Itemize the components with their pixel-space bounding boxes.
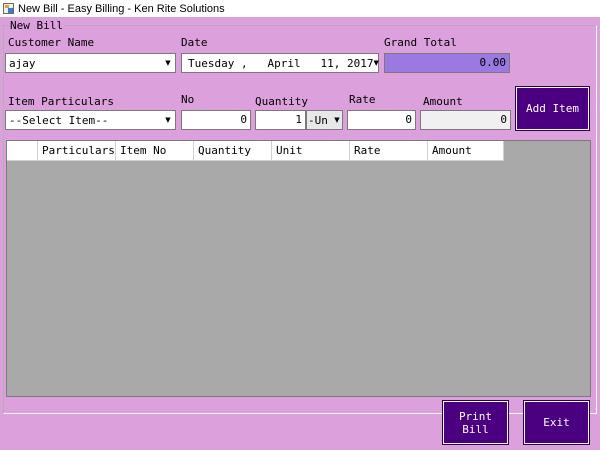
- column-header-item-no[interactable]: Item No: [116, 141, 194, 161]
- item-select-value: --Select Item--: [9, 113, 109, 127]
- date-picker[interactable]: Tuesday , April 11, 2017 ▼: [181, 53, 379, 73]
- customer-name-label: Customer Name: [8, 36, 95, 49]
- window-titlebar[interactable]: New Bill - Easy Billing - Ken Rite Solut…: [0, 0, 600, 17]
- column-header-particulars[interactable]: Particulars: [38, 141, 116, 161]
- column-header-rate[interactable]: Rate: [350, 141, 428, 161]
- date-label: Date: [181, 36, 208, 49]
- customer-select[interactable]: ajay ▼: [5, 53, 176, 73]
- bill-items-grid[interactable]: Particulars Item No Quantity Unit Rate A…: [6, 140, 591, 397]
- chevron-down-icon[interactable]: ▼: [332, 116, 342, 124]
- quantity-label: Quantity: [255, 95, 308, 108]
- quantity-field[interactable]: 1: [255, 110, 306, 130]
- rate-label: Rate: [349, 93, 376, 106]
- item-select[interactable]: --Select Item-- ▼: [5, 110, 176, 130]
- form-body: New Bill Customer Name Date Grand Total …: [0, 17, 600, 450]
- add-item-button[interactable]: Add Item: [515, 86, 590, 131]
- item-particulars-label: Item Particulars: [8, 95, 114, 108]
- print-bill-button[interactable]: Print Bill: [442, 400, 509, 445]
- grid-header: Particulars Item No Quantity Unit Rate A…: [7, 141, 504, 161]
- customer-select-value: ajay: [9, 56, 36, 70]
- item-no-field[interactable]: 0: [181, 110, 251, 130]
- column-header-quantity[interactable]: Quantity: [194, 141, 272, 161]
- item-no-label: No: [181, 93, 195, 106]
- grand-total-label: Grand Total: [384, 36, 457, 49]
- amount-label: Amount: [423, 95, 463, 108]
- exit-button[interactable]: Exit: [523, 400, 590, 445]
- amount-field: 0: [420, 110, 511, 130]
- print-bill-label-line1: Print: [458, 409, 493, 423]
- date-picker-value: Tuesday , April 11, 2017: [188, 56, 374, 70]
- chevron-down-icon[interactable]: ▼: [161, 111, 175, 129]
- print-bill-label-line2: Bill: [462, 422, 489, 436]
- unit-select[interactable]: -Un ▼: [306, 110, 343, 130]
- chevron-down-icon[interactable]: ▼: [373, 59, 378, 67]
- unit-select-value: -Un: [308, 113, 328, 127]
- column-header-amount[interactable]: Amount: [428, 141, 504, 161]
- group-title: New Bill: [9, 19, 64, 32]
- grand-total-field: 0.00: [384, 53, 510, 73]
- column-header-unit[interactable]: Unit: [272, 141, 350, 161]
- app-icon: [3, 3, 14, 14]
- grid-row-header-corner: [7, 141, 38, 161]
- rate-field[interactable]: 0: [347, 110, 416, 130]
- window-title: New Bill - Easy Billing - Ken Rite Solut…: [18, 2, 225, 15]
- chevron-down-icon[interactable]: ▼: [161, 54, 175, 72]
